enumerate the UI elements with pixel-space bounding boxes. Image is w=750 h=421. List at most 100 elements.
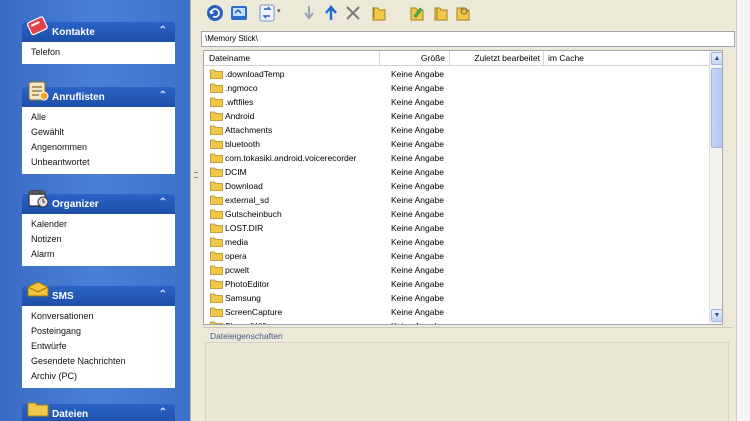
collapse-icon[interactable]: ⌃ [159, 407, 167, 418]
vertical-scrollbar[interactable]: ▲ ▼ [709, 51, 722, 324]
group-header-anruflisten[interactable]: Anruflisten ⌃ [22, 81, 175, 107]
table-row[interactable]: opera Keine Angabe [204, 249, 709, 263]
group-header-sms[interactable]: SMS ⌃ [22, 281, 175, 306]
file-size: Keine Angabe [391, 251, 444, 261]
file-name: .wftfiles [225, 97, 254, 107]
table-row[interactable]: Attachments Keine Angabe [204, 123, 709, 137]
sidebar-item-konversationen[interactable]: Konversationen [31, 309, 175, 324]
folder-icon [210, 265, 223, 275]
sync-icon[interactable] [230, 4, 248, 22]
folder-icon [210, 293, 223, 303]
folder-icon [210, 251, 223, 261]
table-row[interactable]: bluetooth Keine Angabe [204, 137, 709, 151]
scroll-up-button[interactable]: ▲ [711, 52, 722, 65]
table-row[interactable]: Download Keine Angabe [204, 179, 709, 193]
folder-icon [210, 139, 223, 149]
folder-icon [210, 223, 223, 233]
folder-icon [210, 209, 223, 219]
sidebar-item-entwuerfe[interactable]: Entwürfe [31, 339, 175, 354]
transfer-icon[interactable] [258, 4, 276, 22]
file-size: Keine Angabe [391, 153, 444, 163]
file-name: media [225, 237, 249, 247]
arrow-up-icon[interactable] [322, 4, 340, 22]
path-bar[interactable]: \Memory Stick\ [201, 31, 735, 47]
table-row[interactable]: .ngmoco Keine Angabe [204, 81, 709, 95]
scroll-down-button[interactable]: ▼ [711, 309, 722, 322]
folder-icon [210, 125, 223, 135]
sidebar-group-dateien: Dateien ⌃ [22, 402, 175, 421]
rename-icon[interactable] [454, 4, 472, 22]
column-header-name[interactable]: Dateiname [204, 51, 380, 65]
panel-splitter[interactable] [190, 0, 200, 421]
sidebar-item-unbeantwortet[interactable]: Unbeantwortet [31, 155, 175, 170]
table-row[interactable]: DCIM Keine Angabe [204, 165, 709, 179]
sms-envelope-icon [27, 281, 49, 297]
group-header-kontakte[interactable]: Kontakte ⌃ [22, 16, 175, 42]
table-row[interactable]: external_sd Keine Angabe [204, 193, 709, 207]
scroll-thumb[interactable] [711, 68, 722, 148]
sidebar-item-gesendete-nachrichten[interactable]: Gesendete Nachrichten [31, 354, 175, 369]
file-size: Keine Angabe [391, 125, 444, 135]
folder-icon [210, 153, 223, 163]
edit-icon[interactable] [408, 4, 426, 22]
file-size: Keine Angabe [391, 97, 444, 107]
sidebar-item-telefon[interactable]: Telefon [31, 45, 175, 60]
folder-icon [27, 402, 49, 417]
column-header-modified[interactable]: Zuletzt bearbeitet [450, 51, 544, 65]
folder-copy-icon[interactable] [370, 4, 388, 22]
group-title: SMS [52, 291, 74, 302]
file-rows: .downloadTemp Keine Angabe .ngmoco Keine An… [204, 67, 709, 324]
table-row[interactable]: Gutscheinbuch Keine Angabe [204, 207, 709, 221]
table-row[interactable]: PhotoEditor Keine Angabe [204, 277, 709, 291]
folder-icon [210, 237, 223, 247]
splitter-grip[interactable] [194, 172, 198, 178]
file-size: Keine Angabe [391, 83, 444, 93]
refresh-icon[interactable] [206, 4, 224, 22]
folder-icon [210, 321, 223, 324]
new-folder-icon[interactable] [432, 4, 450, 22]
organizer-icon [28, 190, 49, 208]
file-properties-box [205, 342, 729, 421]
table-row[interactable]: Samsung Keine Angabe [204, 291, 709, 305]
table-row[interactable]: .wftfiles Keine Angabe [204, 95, 709, 109]
table-row[interactable]: SharedWifi Keine Angabe [204, 319, 709, 324]
group-header-organizer[interactable]: Organizer ⌃ [22, 190, 175, 214]
table-row[interactable]: LOST.DIR Keine Angabe [204, 221, 709, 235]
table-row[interactable]: .downloadTemp Keine Angabe [204, 67, 709, 81]
column-header-row: Dateiname Größe Zuletzt bearbeitet im Ca… [204, 51, 709, 66]
table-row[interactable]: com.tokasiki.android.voicerecorder Keine … [204, 151, 709, 165]
sidebar-item-archiv-pc[interactable]: Archiv (PC) [31, 369, 175, 384]
collapse-icon[interactable]: ⌃ [159, 25, 167, 36]
collapse-icon[interactable]: ⌃ [159, 90, 167, 101]
table-row[interactable]: pcwelt Keine Angabe [204, 263, 709, 277]
table-row[interactable]: media Keine Angabe [204, 235, 709, 249]
collapse-icon[interactable]: ⌃ [159, 289, 167, 300]
collapse-icon[interactable]: ⌃ [159, 197, 167, 208]
file-name: ScreenCapture [225, 307, 283, 317]
chevron-down-icon[interactable]: ▾ [277, 7, 281, 15]
table-row[interactable]: ScreenCapture Keine Angabe [204, 305, 709, 319]
sidebar-item-kalender[interactable]: Kalender [31, 217, 175, 232]
group-header-dateien[interactable]: Dateien ⌃ [22, 402, 175, 421]
file-list[interactable]: Dateiname Größe Zuletzt bearbeitet im Ca… [203, 50, 723, 325]
sidebar-item-gewaehlt[interactable]: Gewählt [31, 125, 175, 140]
file-size: Keine Angabe [391, 319, 444, 324]
table-row[interactable]: Android Keine Angabe [204, 109, 709, 123]
file-size: Keine Angabe [391, 293, 444, 303]
sidebar-item-alarm[interactable]: Alarm [31, 247, 175, 262]
file-size: Keine Angabe [391, 195, 444, 205]
sidebar-item-notizen[interactable]: Notizen [31, 232, 175, 247]
file-name: .downloadTemp [225, 69, 285, 79]
column-header-cache[interactable]: im Cache [544, 51, 709, 65]
sidebar-item-alle[interactable]: Alle [31, 110, 175, 125]
group-body: Telefon [22, 42, 175, 64]
file-name: DCIM [225, 167, 247, 177]
call-list-icon [28, 81, 49, 101]
sidebar-item-posteingang[interactable]: Posteingang [31, 324, 175, 339]
column-header-size[interactable]: Größe [380, 51, 450, 65]
delete-icon[interactable] [344, 4, 362, 22]
file-name: com.tokasiki.android.voicerecorder [225, 153, 357, 163]
sidebar-item-angenommen[interactable]: Angenommen [31, 140, 175, 155]
file-name: Samsung [225, 293, 261, 303]
arrow-down-icon[interactable] [300, 4, 318, 22]
